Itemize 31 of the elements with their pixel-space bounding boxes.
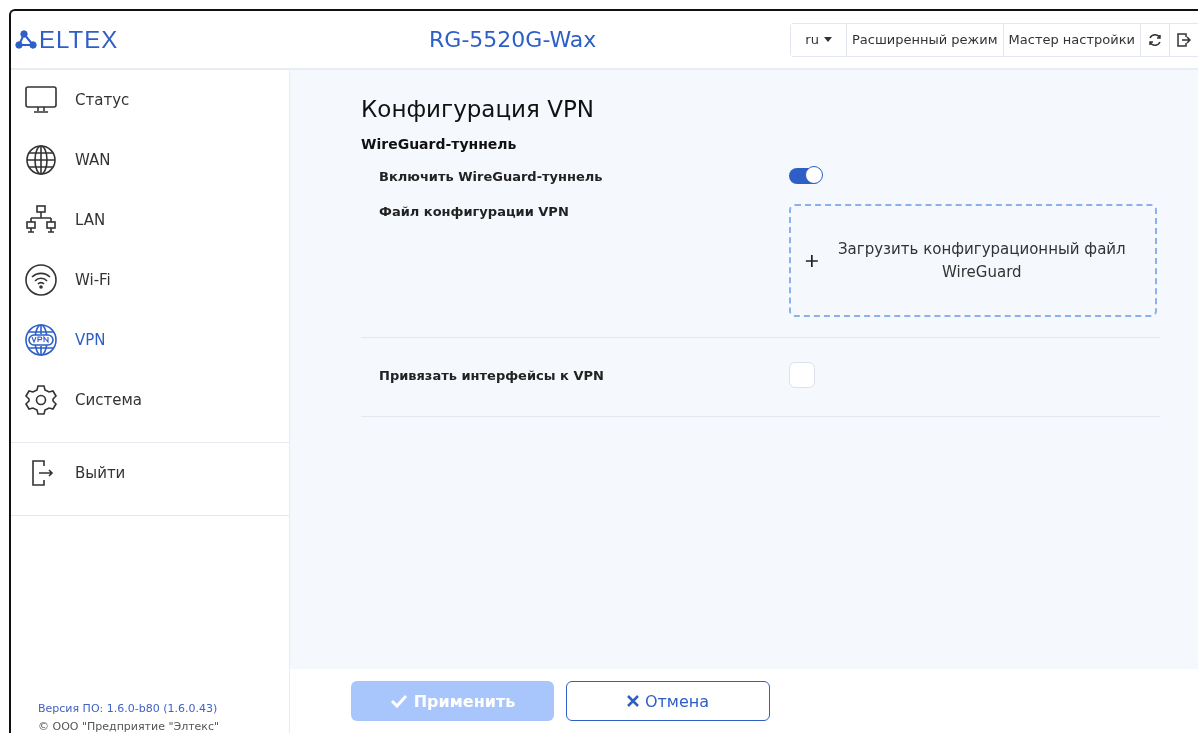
setting-label: Привязать интерфейсы к VPN: [379, 367, 605, 383]
upload-button[interactable]: Загрузить конфигурационный файл WireGuard: [789, 204, 1157, 317]
plus-icon: [805, 252, 819, 269]
device-title: RG-5520G-Wax: [429, 27, 597, 52]
sidebar-item[interactable]: Wi-Fi: [11, 250, 289, 310]
logo-icon: [15, 29, 37, 50]
caret-icon: [823, 37, 832, 42]
page-title: Конфигурация VPN: [361, 96, 595, 122]
sidebar-item[interactable]: Система: [11, 370, 289, 430]
logout-item[interactable]: Выйти: [11, 443, 289, 503]
setting-label: Файл конфигурации VPN: [379, 204, 570, 219]
toggle-switch[interactable]: [789, 168, 821, 184]
check-icon: [389, 694, 408, 708]
wifi-icon: [24, 263, 58, 297]
sidebar-item[interactable]: Статус: [11, 70, 289, 130]
cancel-button[interactable]: Отмена: [566, 681, 770, 721]
firmware-version: Версия ПО: 1.6.0-b80 (1.6.0.43): [38, 702, 219, 715]
close-icon: [626, 695, 639, 707]
sidebar-item[interactable]: WAN: [11, 130, 289, 190]
refresh-icon: [1148, 32, 1162, 47]
sidebar-item[interactable]: LAN: [11, 190, 289, 250]
gear-icon: [24, 383, 58, 417]
globe-icon: [24, 143, 58, 177]
vpn-globe-icon: [24, 323, 58, 357]
copyright: © ООО "Предприятие "Элтекс": [38, 720, 221, 733]
checkbox[interactable]: [789, 362, 815, 388]
logo-text: ELTEX: [39, 25, 119, 54]
sidebar-item[interactable]: VPN: [11, 310, 289, 370]
logout-icon: [1177, 32, 1191, 47]
section-title: WireGuard-туннель: [361, 136, 518, 152]
setting-label: Включить WireGuard-туннель: [379, 168, 604, 184]
